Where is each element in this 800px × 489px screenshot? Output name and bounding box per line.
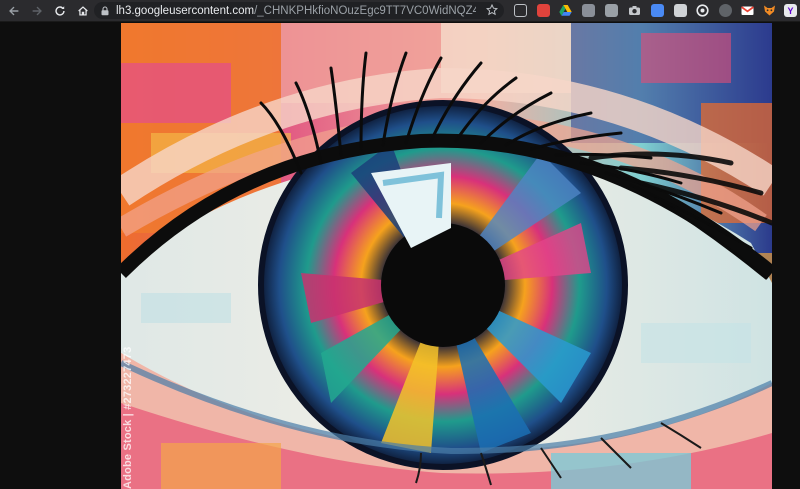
cut-icon[interactable] <box>537 4 550 17</box>
arrow-left-icon <box>9 6 19 15</box>
camera-icon[interactable] <box>628 4 641 17</box>
address-bar[interactable]: lh3.googleusercontent.com/_CHNKPHkfioNOu… <box>94 2 504 19</box>
url-text[interactable]: lh3.googleusercontent.com/_CHNKPHkfioNOu… <box>116 5 476 17</box>
url-host: lh3.googleusercontent.com <box>116 4 255 17</box>
forward-button[interactable] <box>27 1 47 21</box>
url-path: /_CHNKPHkfioNOuzEgc9TT7VC0WidNQZ4aP_... <box>254 4 476 17</box>
ext-doc-icon[interactable] <box>582 4 595 17</box>
stock-watermark: Adobe Stock | #273227473 <box>122 346 134 489</box>
arrow-right-icon <box>32 6 42 15</box>
home-button[interactable] <box>73 1 93 21</box>
ext-photo-icon[interactable] <box>605 4 618 17</box>
fox-icon[interactable] <box>763 4 776 17</box>
reload-icon <box>55 5 65 16</box>
browser-toolbar: lh3.googleusercontent.com/_CHNKPHkfioNOu… <box>0 0 800 22</box>
reload-button[interactable] <box>50 1 70 21</box>
yahoo-icon[interactable]: Y <box>784 4 797 17</box>
eye-painting-image <box>121 23 772 489</box>
back-button[interactable] <box>4 1 24 21</box>
drive-icon[interactable] <box>559 4 572 17</box>
ext-dark-icon[interactable] <box>719 4 732 17</box>
gmail-icon[interactable] <box>741 4 754 17</box>
painting-canvas <box>121 23 772 489</box>
bookmark-star-icon[interactable] <box>486 4 498 16</box>
pocket-icon[interactable] <box>514 4 527 17</box>
translate-icon[interactable] <box>651 4 664 17</box>
ext-bag-icon[interactable] <box>674 4 687 17</box>
ext-circle-icon[interactable] <box>696 4 709 17</box>
home-icon <box>78 5 88 16</box>
lock-icon[interactable] <box>100 5 110 16</box>
